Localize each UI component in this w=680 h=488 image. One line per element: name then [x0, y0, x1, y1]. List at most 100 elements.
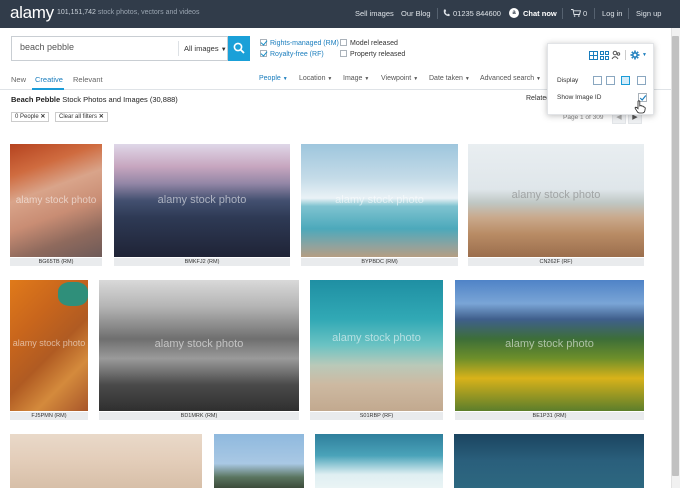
filter-people[interactable]: People ▼ — [259, 75, 288, 82]
watermark: alamy stock photo — [154, 337, 244, 350]
chevron-down-icon: ▼ — [642, 52, 647, 58]
image-caption: FJ5PMN (RM) — [10, 412, 88, 420]
alamy-logo[interactable]: alamy — [10, 3, 54, 23]
results-subtitle: Stock Photos and Images — [62, 95, 148, 104]
signup-link[interactable]: Sign up — [636, 9, 661, 18]
chevron-down-icon: ▼ — [327, 76, 333, 82]
display-small-icon[interactable] — [593, 76, 602, 85]
image-tile[interactable] — [315, 434, 443, 488]
image-tile[interactable]: alamy stock photo — [10, 280, 88, 411]
checkbox-unchecked — [340, 50, 347, 57]
tab-creative[interactable]: Creative — [35, 75, 63, 84]
green-stone — [58, 282, 88, 306]
people-view-icon[interactable] — [611, 50, 621, 60]
image-id: BD1MRK — [180, 413, 204, 419]
rf-label: Royalty-free (RF) — [270, 51, 324, 58]
rights-managed-checkbox[interactable]: Rights-managed (RM) — [260, 39, 339, 47]
tab-new[interactable]: New — [11, 75, 26, 84]
chat-now-link[interactable]: Chat now — [523, 9, 557, 18]
filter-viewpoint[interactable]: Viewpoint ▼ — [381, 75, 418, 82]
image-id: BMKFJ2 — [184, 259, 206, 265]
display-medium-icon[interactable] — [606, 76, 615, 85]
image-id: BYPBDC — [361, 259, 384, 265]
select-divider — [178, 41, 179, 56]
image-tile[interactable]: alamy stock photo — [455, 280, 644, 411]
watermark: alamy stock photo — [335, 193, 424, 206]
watermark: alamy stock photo — [15, 194, 97, 206]
display-label: Display — [557, 77, 579, 84]
search-icon — [233, 42, 245, 54]
cart-icon[interactable] — [571, 9, 581, 17]
show-image-id-label: Show Image ID — [557, 94, 602, 101]
tab-relevant[interactable]: Relevant — [73, 75, 103, 84]
image-tile[interactable]: alamy stock photo — [301, 144, 458, 257]
filter-advanced-search[interactable]: Advanced search ▼ — [480, 75, 541, 82]
checkbox-unchecked — [340, 39, 347, 46]
image-type-select[interactable]: All images ▼ — [184, 44, 227, 53]
image-id: BG65TB — [38, 259, 60, 265]
grid-view-icon[interactable] — [600, 51, 609, 60]
royalty-free-checkbox[interactable]: Royalty-free (RF) — [260, 50, 324, 58]
image-tile[interactable]: alamy stock photo — [114, 144, 290, 257]
clear-chip-label: Clear all filters — [59, 114, 98, 120]
filter-date-label: Date taken — [429, 75, 463, 82]
filter-image[interactable]: Image ▼ — [343, 75, 369, 82]
people-filter-chip[interactable]: 0 People ✕ — [11, 112, 50, 122]
search-input[interactable] — [20, 42, 170, 52]
sell-images-link[interactable]: Sell images — [355, 9, 394, 18]
tagline-text: stock photos, vectors and videos — [97, 9, 200, 16]
chevron-down-icon: ▼ — [464, 76, 470, 82]
image-license: (RM) — [207, 259, 220, 265]
filter-viewpoint-label: Viewpoint — [381, 75, 412, 82]
results-title: Beach Pebble — [11, 95, 61, 104]
image-id: CN262F — [539, 259, 560, 265]
close-icon[interactable]: ✕ — [40, 114, 45, 120]
list-view-icon[interactable] — [589, 51, 598, 60]
image-tile[interactable]: alamy stock photo — [99, 280, 299, 411]
scrollbar-thumb[interactable] — [672, 36, 679, 476]
image-tile[interactable] — [10, 434, 202, 488]
image-caption: BG65TB (RM) — [10, 258, 102, 266]
divider — [625, 50, 626, 60]
image-tile[interactable] — [454, 434, 644, 488]
watermark: alamy stock photo — [505, 337, 594, 350]
chevron-left-icon: ◀ — [616, 114, 622, 121]
image-caption: S01RBP (RF) — [310, 412, 443, 420]
cart-count[interactable]: 0 — [583, 9, 587, 18]
watermark: alamy stock photo — [157, 193, 247, 206]
image-id: FJ5PMN — [31, 413, 53, 419]
tagline-count: 101,151,742 — [57, 9, 96, 16]
chevron-down-icon: ▼ — [220, 47, 227, 53]
image-tile[interactable] — [214, 434, 304, 488]
search-button[interactable] — [228, 36, 250, 61]
image-id: BE1P31 — [532, 413, 553, 419]
image-license: (RM) — [61, 259, 74, 265]
property-label: Property released — [350, 51, 406, 58]
rm-label: Rights-managed (RM) — [270, 40, 339, 47]
chat-icon[interactable]: a — [509, 8, 519, 18]
page-indicator: Page 1 of 309 — [563, 114, 604, 121]
clear-filters-chip[interactable]: Clear all filters ✕ — [55, 112, 108, 122]
display-large-icon[interactable] — [621, 76, 630, 85]
image-tile[interactable]: alamy stock photo — [468, 144, 644, 257]
image-tile[interactable]: alamy stock photo — [10, 144, 102, 257]
filter-location[interactable]: Location ▼ — [299, 75, 332, 82]
filter-date-taken[interactable]: Date taken ▼ — [429, 75, 470, 82]
close-icon[interactable]: ✕ — [99, 114, 104, 120]
property-released-checkbox[interactable]: Property released — [340, 50, 405, 58]
login-link[interactable]: Log in — [602, 9, 622, 18]
image-type-value: All images — [184, 44, 219, 53]
display-xlarge-icon[interactable] — [637, 76, 646, 85]
image-license: (RM) — [205, 413, 218, 419]
model-released-checkbox[interactable]: Model released — [340, 39, 398, 47]
our-blog-link[interactable]: Our Blog — [401, 9, 431, 18]
image-license: (RM) — [54, 413, 67, 419]
chevron-down-icon: ▼ — [413, 76, 419, 82]
image-tile[interactable]: alamy stock photo — [310, 280, 443, 411]
watermark: alamy stock photo — [332, 332, 421, 345]
gear-icon[interactable] — [630, 50, 640, 60]
top-bar: alamy 101,151,742 stock photos, vectors … — [0, 0, 680, 28]
divider — [437, 8, 438, 19]
divider — [562, 8, 563, 19]
tagline: 101,151,742 stock photos, vectors and vi… — [57, 9, 199, 16]
